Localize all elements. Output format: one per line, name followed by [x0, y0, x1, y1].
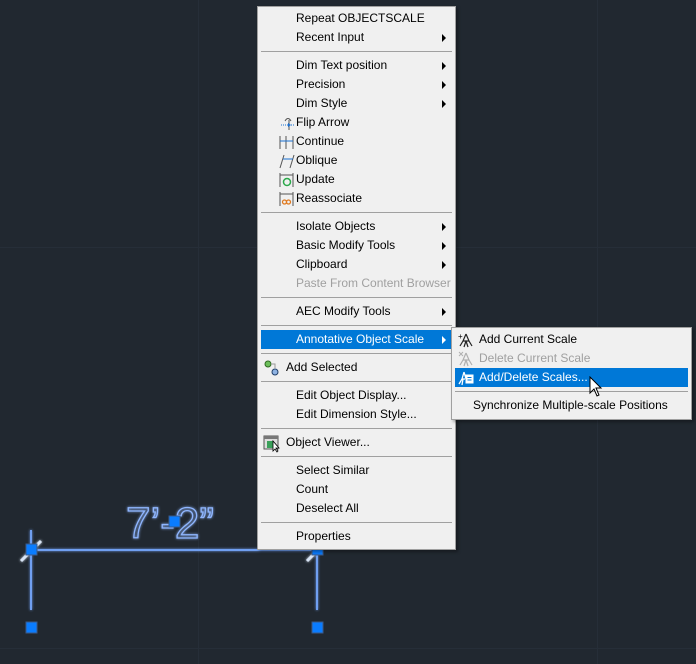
continue-dimension-icon — [279, 134, 295, 150]
mouse-cursor-icon — [589, 376, 603, 397]
menu-item-label: Add Current Scale — [479, 332, 578, 346]
menu-item-clipboard[interactable]: Clipboard — [261, 255, 452, 274]
submenu-arrow-icon — [442, 308, 446, 316]
add-selected-icon — [263, 360, 279, 376]
menu-item-label: Add Selected — [286, 360, 358, 374]
menu-item-flip-arrow[interactable]: Flip Arrow — [261, 113, 452, 132]
update-dimension-icon — [279, 172, 295, 188]
menu-separator — [261, 51, 452, 52]
menu-item-label: Precision — [296, 77, 346, 91]
menu-item-edit-object-display[interactable]: Edit Object Display... — [261, 386, 452, 405]
menu-item-properties[interactable]: Properties — [261, 527, 452, 546]
menu-item-label: Repeat OBJECTSCALE — [296, 11, 425, 25]
menu-separator — [261, 325, 452, 326]
menu-item-label: Continue — [296, 134, 345, 148]
submenu-item-add-current-scale[interactable]: + Add Current Scale — [455, 330, 688, 349]
object-viewer-icon — [263, 435, 280, 453]
add-delete-scales-icon — [458, 370, 474, 386]
grip-bottom-right[interactable] — [311, 621, 324, 634]
menu-separator — [261, 456, 452, 457]
submenu-arrow-icon — [442, 336, 446, 344]
menu-separator — [261, 297, 452, 298]
menu-separator — [261, 212, 452, 213]
menu-item-label: Clipboard — [296, 257, 348, 271]
context-menu: Repeat OBJECTSCALE Recent Input Dim Text… — [257, 6, 456, 550]
submenu-item-synchronize-positions[interactable]: Synchronize Multiple-scale Positions — [455, 396, 688, 415]
menu-item-label: Edit Object Display... — [296, 388, 407, 402]
grip-text[interactable] — [168, 515, 181, 528]
menu-separator — [261, 522, 452, 523]
menu-item-recent-input[interactable]: Recent Input — [261, 28, 452, 47]
menu-item-label: Recent Input — [296, 30, 365, 44]
delete-scale-icon — [458, 351, 474, 367]
menu-item-count[interactable]: Count — [261, 480, 452, 499]
submenu-arrow-icon — [442, 100, 446, 108]
submenu-arrow-icon — [442, 261, 446, 269]
menu-item-dim-style[interactable]: Dim Style — [261, 94, 452, 113]
submenu-arrow-icon — [442, 62, 446, 70]
menu-item-deselect-all[interactable]: Deselect All — [261, 499, 452, 518]
annotative-scale-submenu: + Add Current Scale Delete Current Scale… — [451, 327, 692, 420]
menu-item-label: Delete Current Scale — [479, 351, 591, 365]
menu-item-label: Select Similar — [296, 463, 370, 477]
submenu-item-delete-current-scale: Delete Current Scale — [455, 349, 688, 368]
flip-arrow-icon — [279, 115, 295, 131]
submenu-arrow-icon — [442, 242, 446, 250]
menu-item-label: Edit Dimension Style... — [296, 407, 417, 421]
menu-item-label: Add/Delete Scales... — [479, 370, 588, 384]
menu-item-update[interactable]: Update — [261, 170, 452, 189]
reassociate-icon — [279, 191, 295, 207]
svg-text:+: + — [458, 332, 463, 341]
menu-item-oblique[interactable]: Oblique — [261, 151, 452, 170]
menu-item-label: Deselect All — [296, 501, 359, 515]
menu-item-object-viewer[interactable]: Object Viewer... — [261, 433, 452, 453]
menu-item-continue[interactable]: Continue — [261, 132, 452, 151]
menu-item-label: Dim Text position — [296, 58, 388, 72]
menu-item-label: Dim Style — [296, 96, 348, 110]
grip-left[interactable] — [25, 543, 38, 556]
menu-item-label: Basic Modify Tools — [296, 238, 396, 252]
menu-item-label: AEC Modify Tools — [296, 304, 391, 318]
menu-separator — [261, 381, 452, 382]
menu-item-label: Properties — [296, 529, 351, 543]
submenu-item-add-delete-scales[interactable]: Add/Delete Scales... — [455, 368, 688, 387]
grip-bottom-left[interactable] — [25, 621, 38, 634]
menu-item-label: Oblique — [296, 153, 338, 167]
menu-separator — [455, 391, 688, 392]
submenu-arrow-icon — [442, 81, 446, 89]
menu-item-isolate-objects[interactable]: Isolate Objects — [261, 217, 452, 236]
menu-item-paste-from-content-browser: Paste From Content Browser — [261, 274, 452, 293]
menu-item-label: Annotative Object Scale — [296, 332, 425, 346]
menu-item-label: Isolate Objects — [296, 219, 376, 233]
menu-item-label: Update — [296, 172, 335, 186]
menu-item-select-similar[interactable]: Select Similar — [261, 461, 452, 480]
menu-item-label: Paste From Content Browser — [296, 276, 451, 290]
menu-item-label: Flip Arrow — [296, 115, 350, 129]
menu-item-label: Count — [296, 482, 329, 496]
submenu-arrow-icon — [442, 223, 446, 231]
menu-separator — [261, 428, 452, 429]
menu-item-reassociate[interactable]: Reassociate — [261, 189, 452, 208]
menu-item-aec-modify-tools[interactable]: AEC Modify Tools — [261, 302, 452, 321]
menu-item-basic-modify-tools[interactable]: Basic Modify Tools — [261, 236, 452, 255]
menu-item-annotative-object-scale[interactable]: Annotative Object Scale — [261, 330, 452, 349]
menu-item-edit-dimension-style[interactable]: Edit Dimension Style... — [261, 405, 452, 424]
menu-item-repeat-objectscale[interactable]: Repeat OBJECTSCALE — [261, 9, 452, 28]
menu-item-label: Object Viewer... — [286, 435, 370, 449]
menu-item-label: Synchronize Multiple-scale Positions — [473, 398, 668, 412]
oblique-dimension-icon — [279, 153, 295, 169]
menu-separator — [261, 353, 452, 354]
add-scale-icon: + — [458, 332, 474, 348]
menu-item-dim-text-position[interactable]: Dim Text position — [261, 56, 452, 75]
menu-item-add-selected[interactable]: Add Selected — [261, 358, 452, 377]
menu-item-label: Reassociate — [296, 191, 363, 205]
menu-item-precision[interactable]: Precision — [261, 75, 452, 94]
submenu-arrow-icon — [442, 34, 446, 42]
